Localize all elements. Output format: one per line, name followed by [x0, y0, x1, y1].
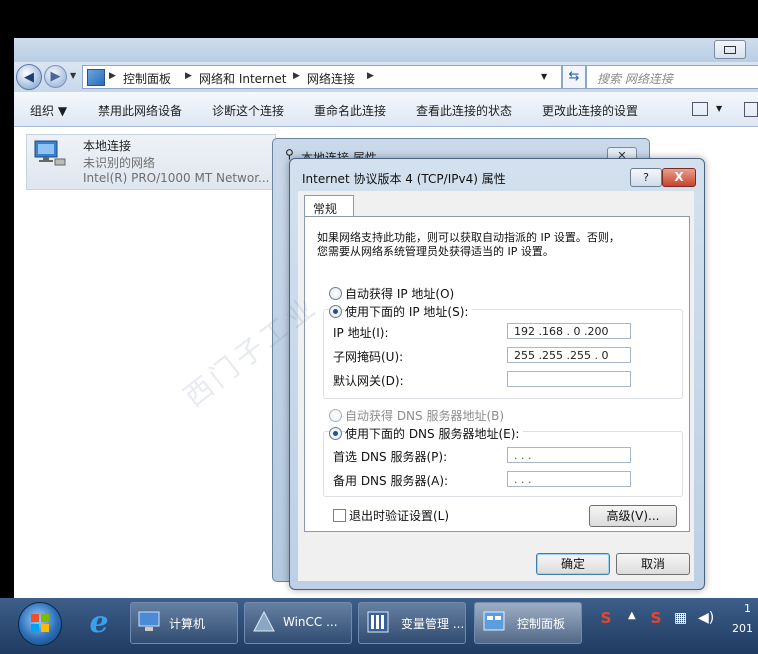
- auto-dns-radio[interactable]: [329, 409, 342, 422]
- taskbar: e 计算机 WinCC ... 变量管理 ... 控制面板 S ▲ S ▦ ◀)…: [0, 598, 758, 654]
- tag-management-icon: [367, 611, 389, 633]
- close-button[interactable]: X: [662, 168, 696, 187]
- connection-status: 未识别的网络: [83, 156, 156, 170]
- cancel-button[interactable]: 取消: [616, 553, 690, 575]
- refresh-icon[interactable]: ⇆: [562, 65, 586, 89]
- breadcrumb-control-panel[interactable]: 控制面板: [123, 70, 171, 87]
- control-panel-icon: [87, 69, 105, 86]
- taskbar-control-panel[interactable]: 控制面板: [474, 602, 582, 644]
- auto-ip-radio[interactable]: [329, 287, 342, 300]
- breadcrumb-arrow-icon[interactable]: ▶: [185, 71, 192, 81]
- manual-ip-label: 使用下面的 IP 地址(S):: [345, 303, 473, 320]
- navigation-bar: ◀ ▶ ▼ ▶ 控制面板 ▶ 网络和 Internet ▶ 网络连接 ▶ ▼ ⇆…: [14, 62, 758, 92]
- task-label: WinCC ...: [283, 615, 338, 629]
- restore-window-button[interactable]: [714, 40, 746, 59]
- task-label: 变量管理 ...: [401, 617, 465, 631]
- clock-time[interactable]: 1: [744, 602, 751, 615]
- volume-icon[interactable]: ◀): [698, 610, 714, 626]
- forward-arrow-icon[interactable]: ▶: [44, 65, 67, 88]
- general-tab-panel: 如果网络支持此功能，则可以获取自动指派的 IP 设置。否则， 您需要从网络系统管…: [304, 216, 690, 532]
- window-title-bar: [14, 38, 758, 62]
- breadcrumb-arrow-icon[interactable]: ▶: [293, 71, 300, 81]
- task-label: 控制面板: [517, 617, 566, 631]
- local-connection-item[interactable]: 本地连接 未识别的网络 Intel(R) PRO/1000 MT Networ.…: [26, 134, 276, 190]
- disable-device-button[interactable]: 禁用此网络设备: [98, 102, 182, 119]
- alternate-dns-field[interactable]: . . .: [507, 471, 631, 487]
- search-input[interactable]: 搜索 网络连接: [586, 65, 758, 89]
- alternate-dns-label: 备用 DNS 服务器(A):: [333, 474, 449, 488]
- wincc-icon: [253, 610, 275, 632]
- windows-logo-icon: [31, 614, 49, 632]
- control-panel-icon: [483, 611, 505, 631]
- tray-expand-icon[interactable]: ▲: [628, 610, 636, 621]
- connection-adapter: Intel(R) PRO/1000 MT Networ...: [83, 171, 270, 185]
- network-tray-icon[interactable]: ▦: [674, 610, 687, 626]
- rename-button[interactable]: 重命名此连接: [314, 102, 386, 119]
- computer-icon: [138, 611, 160, 631]
- tab-general[interactable]: 常规: [304, 195, 354, 218]
- taskbar-tag-management[interactable]: 变量管理 ...: [358, 602, 466, 644]
- sogou-tray-icon[interactable]: S: [648, 610, 664, 626]
- view-status-button[interactable]: 查看此连接的状态: [416, 102, 512, 119]
- ok-button[interactable]: 确定: [536, 553, 610, 575]
- start-button[interactable]: [18, 602, 62, 646]
- change-settings-button[interactable]: 更改此连接的设置: [542, 102, 638, 119]
- gateway-label: 默认网关(D):: [333, 374, 404, 388]
- connection-name: 本地连接: [83, 139, 132, 153]
- breadcrumb-arrow-icon[interactable]: ▶: [109, 71, 116, 81]
- subnet-mask-label: 子网掩码(U):: [333, 350, 404, 364]
- organize-menu[interactable]: 组织 ▼: [30, 102, 67, 119]
- address-bar[interactable]: ▶ 控制面板 ▶ 网络和 Internet ▶ 网络连接 ▶ ▼: [82, 65, 562, 89]
- description-line-2: 您需要从网络系统管理员处获得适当的 IP 设置。: [317, 245, 554, 258]
- task-label: 计算机: [169, 617, 206, 631]
- change-view-icon[interactable]: [692, 102, 708, 116]
- auto-dns-label: 自动获得 DNS 服务器地址(B): [345, 409, 505, 423]
- preferred-dns-field[interactable]: . . .: [507, 447, 631, 463]
- subnet-mask-field[interactable]: 255 .255 .255 . 0: [507, 347, 631, 363]
- validate-label: 退出时验证设置(L): [349, 509, 450, 523]
- ip-address-label: IP 地址(I):: [333, 326, 389, 340]
- clock-date[interactable]: 201: [732, 622, 753, 635]
- breadcrumb-arrow-icon[interactable]: ▶: [367, 71, 374, 81]
- manual-dns-label: 使用下面的 DNS 服务器地址(E):: [345, 425, 524, 442]
- view-dropdown-icon[interactable]: ▼: [716, 104, 722, 113]
- manual-ip-radio[interactable]: [329, 305, 342, 318]
- sogou-ime-icon[interactable]: S: [598, 610, 614, 626]
- internet-explorer-icon[interactable]: e: [82, 606, 116, 640]
- address-dropdown-icon[interactable]: ▼: [541, 72, 547, 81]
- command-bar: 组织 ▼ 禁用此网络设备 诊断这个连接 重命名此连接 查看此连接的状态 更改此连…: [14, 92, 758, 127]
- advanced-button[interactable]: 高级(V)...: [589, 505, 677, 527]
- auto-ip-label: 自动获得 IP 地址(O): [345, 287, 455, 301]
- ip-address-field[interactable]: 192 .168 . 0 .200: [507, 323, 631, 339]
- tab-label: 常规: [313, 202, 338, 216]
- validate-checkbox[interactable]: [333, 509, 346, 522]
- manual-dns-radio[interactable]: [329, 427, 342, 440]
- help-button[interactable]: ?: [630, 168, 662, 187]
- preferred-dns-label: 首选 DNS 服务器(P):: [333, 450, 448, 464]
- taskbar-computer[interactable]: 计算机: [130, 602, 238, 644]
- recent-pages-dropdown-icon[interactable]: ▼: [70, 71, 76, 80]
- back-arrow-icon[interactable]: ◀: [16, 64, 42, 90]
- taskbar-wincc[interactable]: WinCC ...: [244, 602, 352, 644]
- breadcrumb-network-internet[interactable]: 网络和 Internet: [199, 70, 286, 87]
- dialog-title: Internet 协议版本 4 (TCP/IPv4) 属性: [302, 172, 506, 186]
- gateway-field[interactable]: [507, 371, 631, 387]
- breadcrumb-network-connections[interactable]: 网络连接: [307, 70, 355, 87]
- tcpip-properties-dialog: Internet 协议版本 4 (TCP/IPv4) 属性 ? X 常规 如果网…: [289, 158, 705, 590]
- diagnose-button[interactable]: 诊断这个连接: [212, 102, 284, 119]
- preview-pane-icon[interactable]: [744, 102, 758, 117]
- network-connection-icon: [34, 140, 66, 166]
- dialog-body: 常规 如果网络支持此功能，则可以获取自动指派的 IP 设置。否则， 您需要从网络…: [298, 191, 694, 581]
- search-placeholder: 搜索 网络连接: [597, 72, 673, 86]
